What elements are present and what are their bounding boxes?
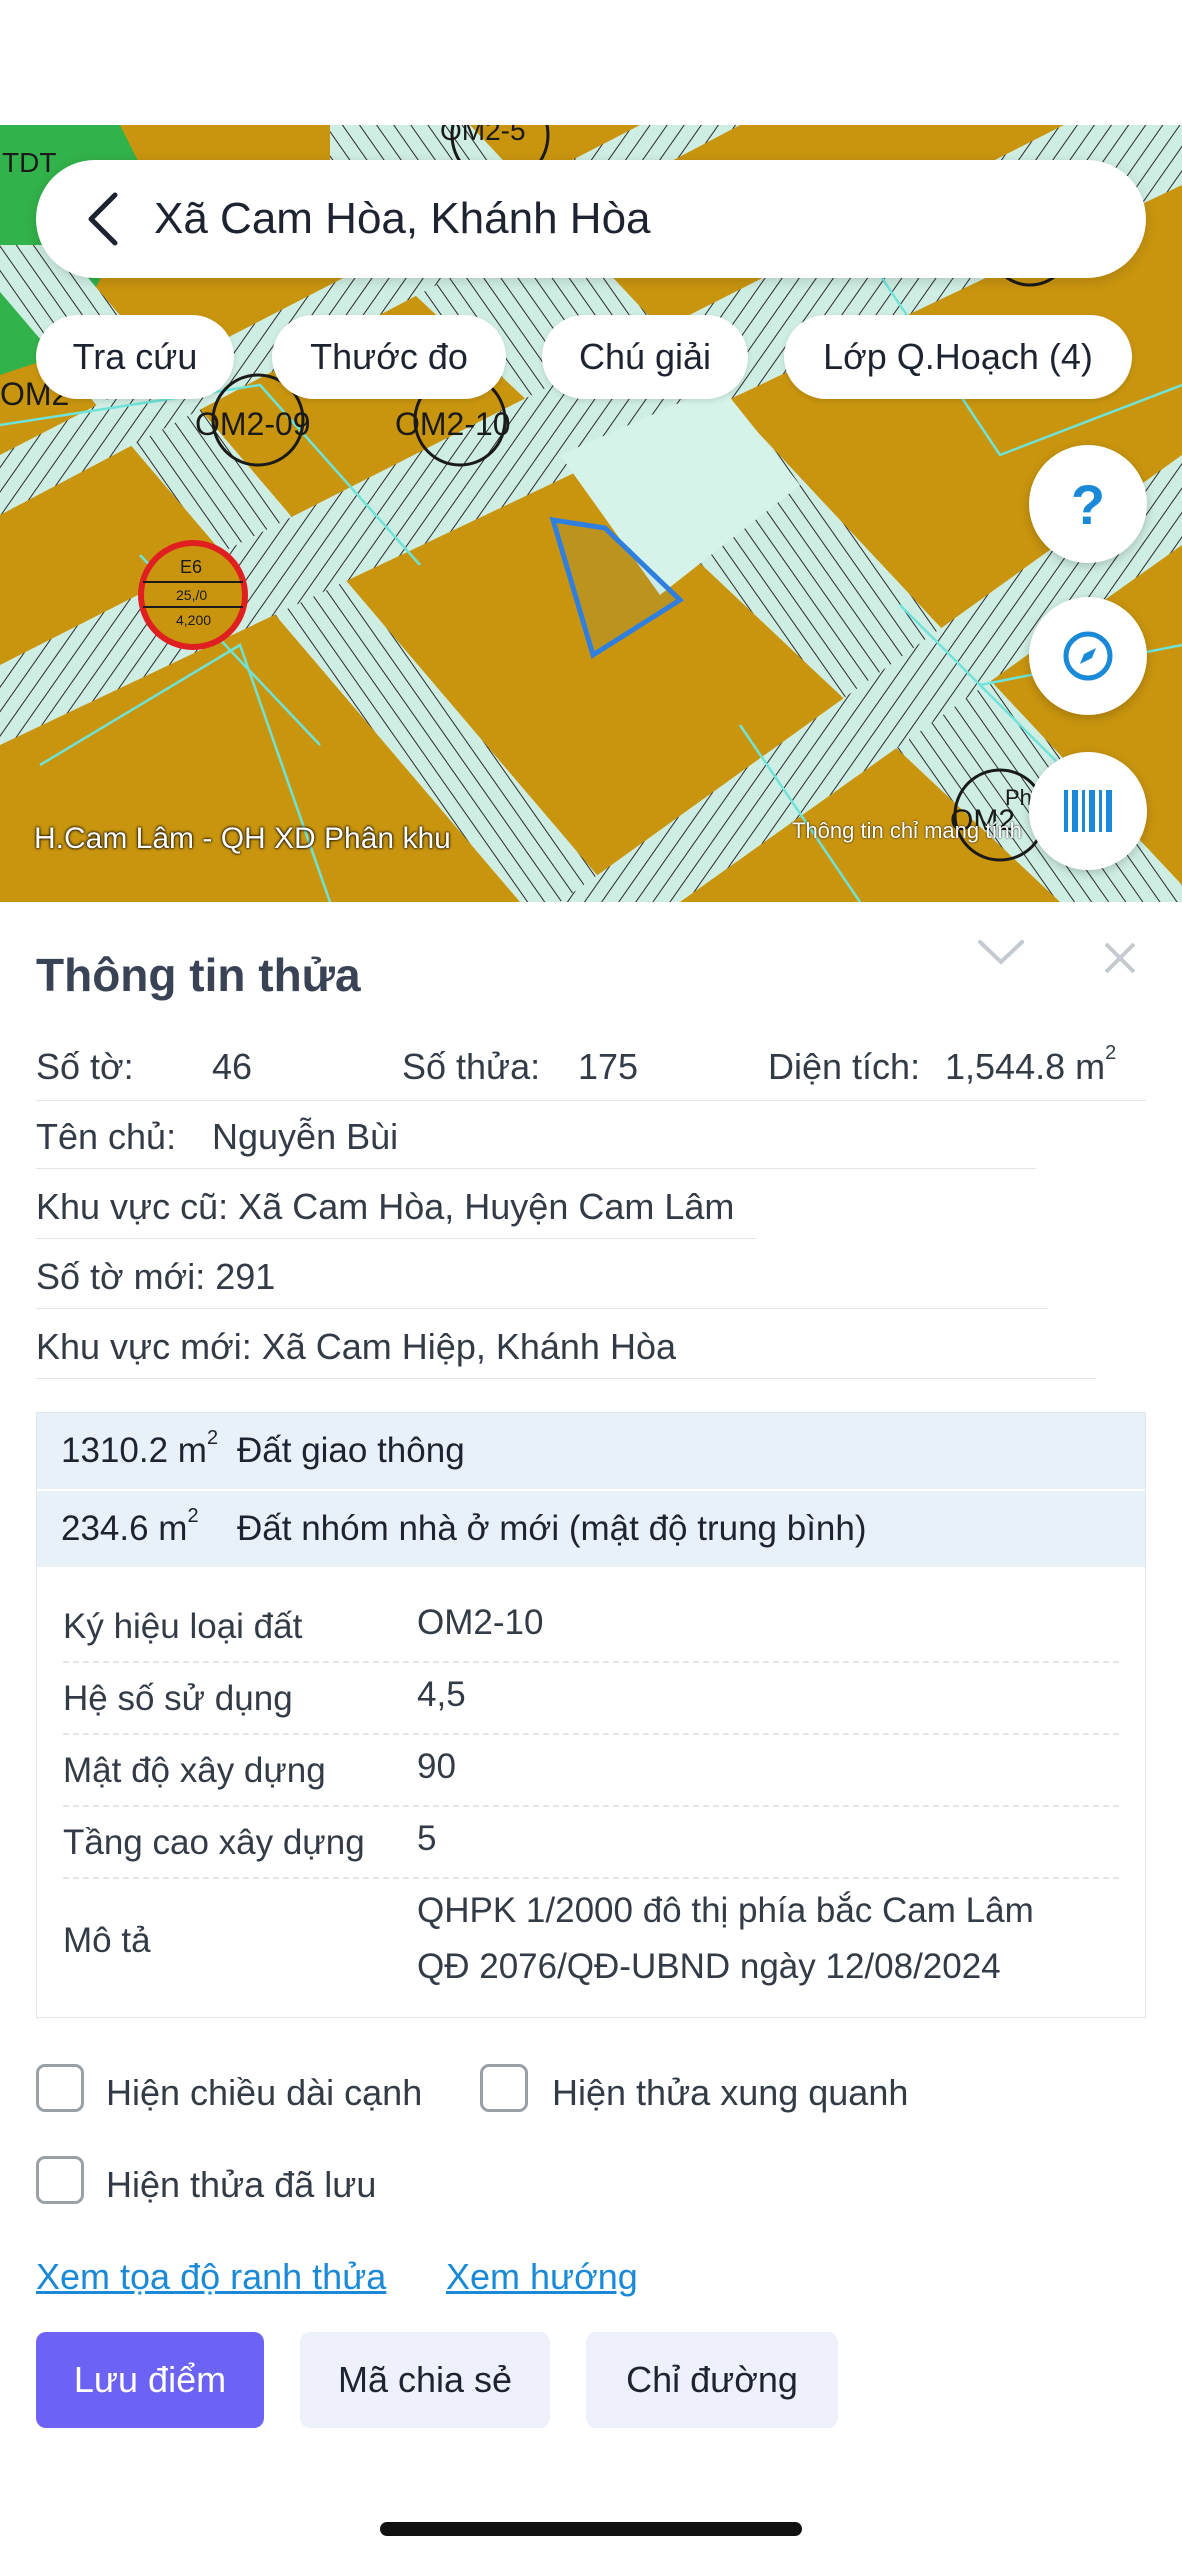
detail-key: Ký hiệu loại đất	[63, 1607, 303, 1646]
question-icon: ?	[1070, 472, 1106, 536]
area-label: Diện tích:	[768, 1046, 921, 1087]
new-area-text: Khu vực mới: Xã Cam Hiệp, Khánh Hòa	[36, 1326, 676, 1367]
detail-value: 5	[417, 1819, 437, 1858]
back-button[interactable]	[62, 160, 142, 278]
barcode-icon	[1064, 790, 1112, 832]
land-use-row[interactable]: 1310.2 m2 Đất giao thông	[37, 1413, 1145, 1489]
panel-title: Thông tin thửa	[36, 949, 361, 1001]
detail-key: Mật độ xây dựng	[63, 1751, 326, 1790]
chip-legend[interactable]: Chú giải	[542, 315, 748, 399]
show-saved-label[interactable]: Hiện thửa đã lưu	[106, 2164, 376, 2206]
parcel-number-value: 175	[578, 1046, 639, 1087]
map-disclaimer: Thông tin chỉ mang tính	[792, 818, 1022, 843]
map-zone-label: OM2-10	[395, 406, 511, 442]
map-zone-label: OM2-5	[440, 125, 526, 146]
show-saved-checkbox[interactable]	[36, 2156, 84, 2204]
map-source-label: H.Cam Lâm - QH XD Phân khu	[34, 822, 451, 855]
detail-value: OM2-10	[417, 1603, 544, 1642]
land-use-row[interactable]: 234.6 m2 Đất nhóm nhà ở mới (mật độ trun…	[37, 1491, 1145, 1567]
chevron-down-icon	[978, 940, 1024, 965]
chevron-left-icon	[88, 192, 118, 246]
help-button[interactable]: ?	[1029, 445, 1147, 563]
map-zone-label: TDT	[2, 147, 56, 178]
detail-value: 4,5	[417, 1675, 466, 1714]
svg-text:E6: E6	[180, 557, 202, 577]
svg-text:25,/0: 25,/0	[176, 587, 207, 603]
chip-planning-layers[interactable]: Lớp Q.Hoạch (4)	[784, 315, 1132, 399]
barcode-button[interactable]	[1029, 752, 1147, 870]
sheet-number-label: Số tờ:	[36, 1046, 134, 1087]
land-use-name: Đất giao thông	[237, 1431, 465, 1470]
detail-key: Tầng cao xây dựng	[63, 1823, 365, 1862]
directions-button[interactable]: Chỉ đường	[586, 2332, 838, 2428]
close-icon	[1104, 942, 1136, 974]
area-value: 1,544.8 m2	[945, 1042, 1117, 1087]
compass-icon	[1063, 631, 1113, 681]
land-use-area: 1310.2 m2	[61, 1427, 219, 1470]
owner-value: Nguyễn Bùi	[212, 1116, 399, 1157]
save-point-button[interactable]: Lưu điểm	[36, 2332, 264, 2428]
land-use-name: Đất nhóm nhà ở mới (mật độ trung bình)	[237, 1509, 867, 1548]
parcel-number-label: Số thửa:	[402, 1046, 541, 1087]
close-button[interactable]	[1100, 938, 1140, 983]
land-use-table: 1310.2 m2 Đất giao thông 234.6 m2 Đất nh…	[36, 1412, 1146, 2018]
new-sheet-text: Số tờ mới: 291	[36, 1256, 276, 1297]
detail-key: Hệ số sử dụng	[63, 1679, 293, 1718]
show-edge-length-label[interactable]: Hiện chiều dài cạnh	[106, 2072, 422, 2114]
collapse-button[interactable]	[976, 938, 1026, 973]
old-area-text: Khu vực cũ: Xã Cam Hòa, Huyện Cam Lâm	[36, 1186, 735, 1227]
tool-chips: Tra cứu Thước đo Chú giải Lớp Q.Hoạch (4…	[0, 315, 1182, 399]
show-edge-length-checkbox[interactable]	[36, 2064, 84, 2112]
share-code-button[interactable]: Mã chia sẻ	[300, 2332, 550, 2428]
svg-text:4,200: 4,200	[176, 612, 211, 628]
home-indicator	[380, 2522, 802, 2536]
detail-key: Mô tả	[63, 1921, 151, 1960]
compass-button[interactable]	[1029, 597, 1147, 715]
view-direction-link[interactable]: Xem hướng	[446, 2256, 638, 2298]
show-neighbors-checkbox[interactable]	[480, 2064, 528, 2112]
owner-label: Tên chủ:	[36, 1116, 177, 1157]
location-search-bar[interactable]: Xã Cam Hòa, Khánh Hòa	[36, 160, 1146, 278]
zone-marker-icon: E6 25,/0 4,200	[138, 540, 248, 650]
location-title: Xã Cam Hòa, Khánh Hòa	[154, 194, 651, 243]
show-neighbors-label[interactable]: Hiện thửa xung quanh	[552, 2072, 908, 2114]
chip-lookup[interactable]: Tra cứu	[36, 315, 234, 399]
land-use-area: 234.6 m2	[61, 1505, 199, 1548]
map-zone-label: Ph	[1005, 785, 1032, 810]
view-coordinates-link[interactable]: Xem tọa độ ranh thửa	[36, 2256, 386, 2298]
sheet-number-value: 46	[212, 1046, 253, 1087]
map-zone-label: OM2-09	[195, 406, 311, 442]
chip-measure[interactable]: Thước đo	[272, 315, 506, 399]
detail-value: 90	[417, 1747, 456, 1786]
